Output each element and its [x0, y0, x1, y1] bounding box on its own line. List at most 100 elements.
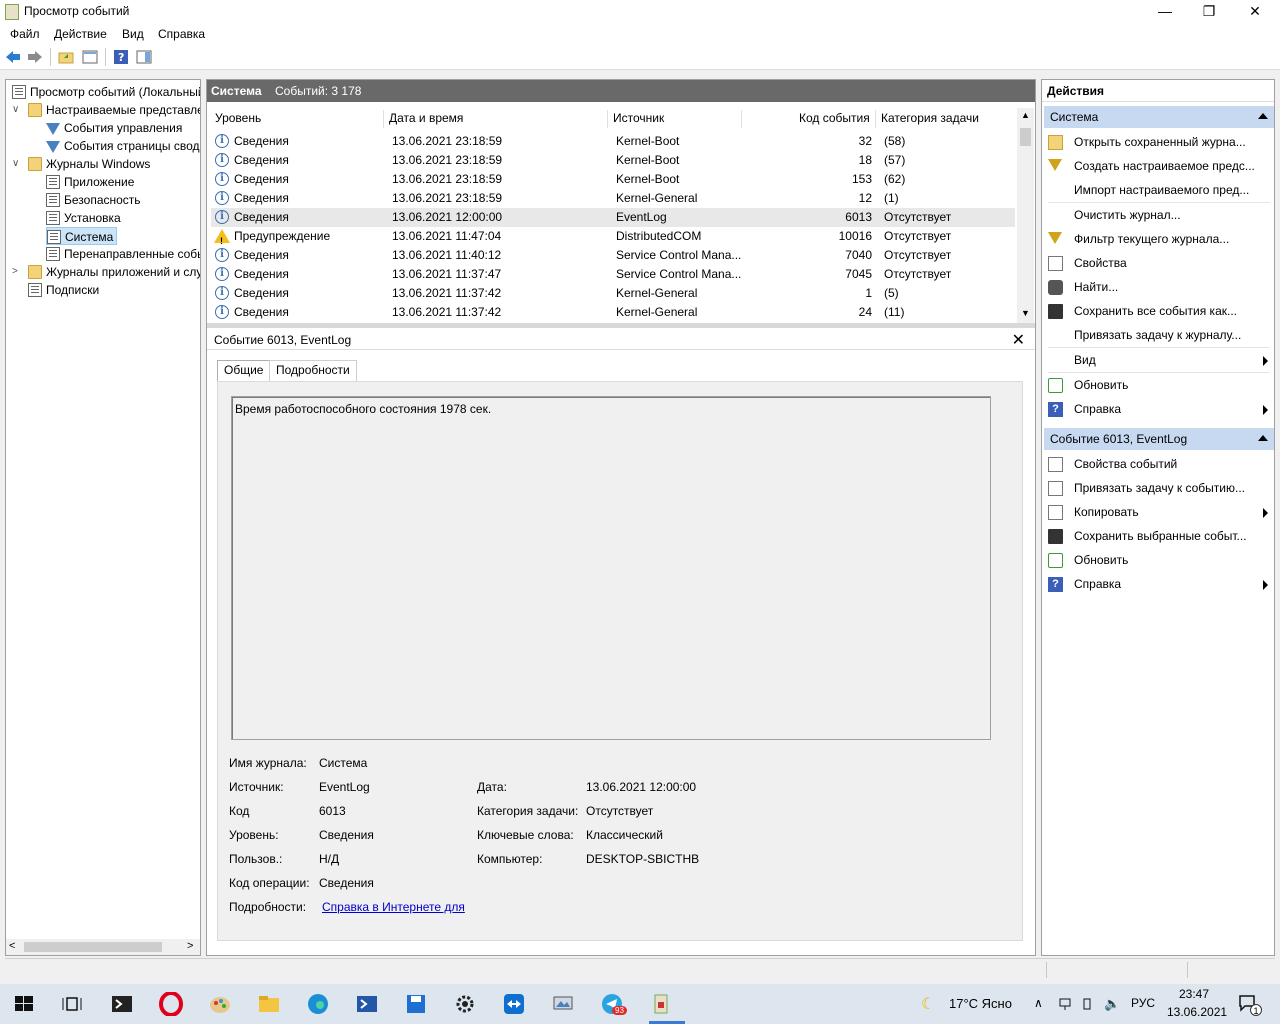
- weather-text[interactable]: 17°C Ясно: [949, 996, 1012, 1011]
- remote-desktop-icon[interactable]: [551, 992, 575, 1016]
- action-item[interactable]: Привязать задачу к журналу...: [1044, 323, 1274, 347]
- action-item[interactable]: Вид: [1044, 348, 1274, 372]
- table-row[interactable]: i Сведения 13.06.2021 11:37:42 Kernel-Gener…: [211, 284, 1015, 303]
- console-tree-icon[interactable]: [82, 49, 98, 65]
- event-viewer-icon[interactable]: [649, 992, 673, 1016]
- tree-item[interactable]: Система: [46, 227, 118, 245]
- scroll-down-icon[interactable]: ▼: [1021, 308, 1030, 318]
- clock-time[interactable]: 23:47: [1179, 987, 1209, 1001]
- open-folder-icon[interactable]: [58, 49, 74, 65]
- paint-icon[interactable]: [208, 992, 232, 1016]
- collapse-icon[interactable]: [1258, 113, 1268, 119]
- table-row[interactable]: i Сведения 13.06.2021 23:18:59 Kernel-Boot 3…: [211, 132, 1015, 151]
- language-indicator[interactable]: РУС: [1131, 996, 1155, 1010]
- table-row[interactable]: i Сведения 13.06.2021 11:37:47 Service Cont…: [211, 265, 1015, 284]
- close-detail-button[interactable]: ✕: [1012, 330, 1025, 350]
- tree-item[interactable]: События страницы сводки: [46, 137, 200, 155]
- back-arrow-icon[interactable]: [5, 49, 21, 65]
- action-item[interactable]: Импорт настраиваемого пред...: [1044, 178, 1274, 202]
- task-view-icon[interactable]: [60, 992, 84, 1016]
- table-row[interactable]: i Сведения 13.06.2021 11:40:12 Service Cont…: [211, 246, 1015, 265]
- horizontal-scrollbar[interactable]: < >: [6, 939, 200, 955]
- scroll-thumb[interactable]: [24, 942, 162, 952]
- column-header-code[interactable]: Код события: [799, 111, 870, 125]
- action-item[interactable]: Фильтр текущего журнала...: [1044, 227, 1274, 251]
- column-header-source[interactable]: Источник: [613, 111, 664, 125]
- close-button[interactable]: ✕: [1232, 0, 1278, 24]
- action-item[interactable]: Очистить журнал...: [1044, 203, 1274, 227]
- tree-toggle-icon[interactable]: >: [12, 266, 18, 277]
- scroll-right-icon[interactable]: >: [187, 940, 193, 952]
- scroll-up-icon[interactable]: ▲: [1021, 110, 1030, 120]
- table-row[interactable]: i Сведения 13.06.2021 23:18:59 Kernel-Boot 1…: [211, 151, 1015, 170]
- scroll-left-icon[interactable]: <: [9, 940, 15, 952]
- tree-item[interactable]: Настраиваемые представления: [28, 101, 200, 119]
- collapse-icon[interactable]: [1258, 435, 1268, 441]
- action-item[interactable]: Копировать: [1044, 500, 1274, 524]
- volume-icon[interactable]: 🔈: [1104, 996, 1120, 1012]
- event-description[interactable]: Время работоспособного состояния 1978 се…: [231, 396, 991, 740]
- opera-icon[interactable]: [159, 992, 183, 1016]
- action-item[interactable]: ? Справка: [1044, 397, 1274, 421]
- network-icon[interactable]: [1058, 997, 1072, 1011]
- column-header-category[interactable]: Категория задачи: [881, 111, 979, 125]
- column-header-date[interactable]: Дата и время: [389, 111, 463, 125]
- table-row[interactable]: i Сведения 13.06.2021 23:18:59 Kernel-Boot 1…: [211, 170, 1015, 189]
- menu-action[interactable]: Действие: [54, 27, 107, 41]
- action-item[interactable]: Создать настраиваемое предс...: [1044, 154, 1274, 178]
- chevron-up-icon[interactable]: ∧: [1034, 996, 1043, 1010]
- table-row[interactable]: i Сведения 13.06.2021 11:37:42 Kernel-Gener…: [211, 303, 1015, 322]
- teamviewer-icon[interactable]: [502, 992, 526, 1016]
- floppy-save-icon[interactable]: [404, 992, 428, 1016]
- clock-date[interactable]: 13.06.2021: [1167, 1005, 1227, 1019]
- powershell-ise-icon[interactable]: [355, 992, 379, 1016]
- column-header-level[interactable]: Уровень: [215, 111, 261, 125]
- action-item[interactable]: Свойства событий: [1044, 452, 1274, 476]
- action-item[interactable]: Сохранить все события как...: [1044, 299, 1274, 323]
- tree-item[interactable]: Установка: [46, 209, 121, 227]
- column-separator[interactable]: [607, 110, 608, 128]
- maximize-button[interactable]: ❐: [1186, 0, 1232, 24]
- tree-toggle-icon[interactable]: ∨: [12, 158, 19, 169]
- scroll-thumb[interactable]: [1020, 128, 1031, 146]
- action-item[interactable]: ? Справка: [1044, 572, 1274, 596]
- vertical-scrollbar[interactable]: ▲ ▼: [1017, 108, 1034, 324]
- tree-item[interactable]: Журналы Windows: [28, 155, 150, 173]
- forward-arrow-icon[interactable]: [27, 49, 43, 65]
- tree-item[interactable]: События управления: [46, 119, 182, 137]
- action-item[interactable]: Сохранить выбранные событ...: [1044, 524, 1274, 548]
- tab-general[interactable]: Общие: [217, 360, 271, 381]
- column-separator[interactable]: [875, 110, 876, 128]
- help-icon[interactable]: ?: [113, 49, 129, 65]
- tree-item[interactable]: Просмотр событий (Локальный): [12, 83, 200, 101]
- tree-item[interactable]: Подписки: [28, 281, 99, 299]
- tree-item[interactable]: Перенаправленные события: [46, 245, 200, 263]
- table-row[interactable]: ! Предупреждение 13.06.2021 11:47:04 Distri…: [211, 227, 1015, 246]
- powershell-icon[interactable]: [110, 992, 134, 1016]
- tab-details[interactable]: Подробности: [269, 360, 357, 381]
- tree-item[interactable]: Безопасность: [46, 191, 141, 209]
- action-item[interactable]: Свойства: [1044, 251, 1274, 275]
- action-item[interactable]: Привязать задачу к событию...: [1044, 476, 1274, 500]
- table-row[interactable]: i Сведения 13.06.2021 12:00:00 EventLog 6013…: [211, 208, 1015, 227]
- column-separator[interactable]: [741, 110, 742, 128]
- menu-file[interactable]: Файл: [10, 27, 40, 41]
- windows-start-icon[interactable]: [12, 992, 36, 1016]
- tree-item[interactable]: Приложение: [46, 173, 134, 191]
- action-pane-icon[interactable]: [136, 49, 152, 65]
- menu-view[interactable]: Вид: [122, 27, 144, 41]
- file-explorer-icon[interactable]: [257, 992, 281, 1016]
- minimize-button[interactable]: —: [1142, 0, 1188, 24]
- action-item[interactable]: Обновить: [1044, 548, 1274, 572]
- table-row[interactable]: i Сведения 13.06.2021 23:18:59 Kernel-Gener…: [211, 189, 1015, 208]
- settings-gear-icon[interactable]: [453, 992, 477, 1016]
- online-help-link[interactable]: Справка в Интернете для: [322, 900, 465, 914]
- action-item[interactable]: Открыть сохраненный журна...: [1044, 130, 1274, 154]
- tree-toggle-icon[interactable]: ∨: [12, 104, 19, 115]
- actions-section-header[interactable]: Система: [1044, 106, 1274, 128]
- action-item[interactable]: Обновить: [1044, 373, 1274, 397]
- usb-icon[interactable]: [1080, 997, 1094, 1011]
- edge-icon[interactable]: [306, 992, 330, 1016]
- action-item[interactable]: Найти...: [1044, 275, 1274, 299]
- menu-help[interactable]: Справка: [158, 27, 205, 41]
